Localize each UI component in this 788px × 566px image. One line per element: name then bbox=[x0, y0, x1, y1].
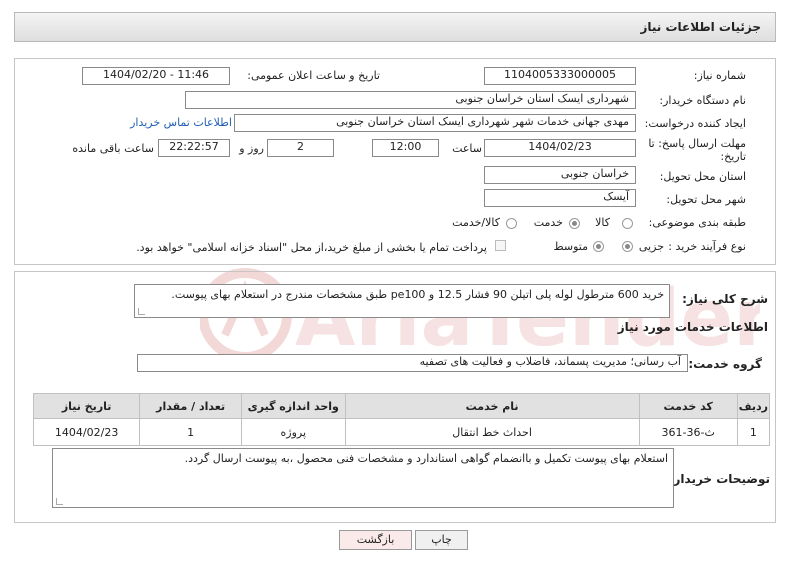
cell-date: 1404/02/23 bbox=[32, 418, 141, 446]
buyer-org-field[interactable]: شهرداری ایسک استان خراسان جنوبی bbox=[185, 91, 636, 109]
cell-name: احداث خط انتقال bbox=[344, 418, 640, 446]
need-number-label: شماره نیاز: bbox=[693, 69, 746, 82]
description-text: خرید 600 مترطول لوله پلی اتیلن 90 فشار 1… bbox=[171, 288, 664, 301]
page-title: جزئیات اطلاعات نیاز bbox=[640, 20, 761, 34]
category-option-service: خدمت bbox=[533, 216, 563, 229]
province-label: استان محل تحویل: bbox=[659, 170, 746, 183]
category-radio-service[interactable] bbox=[569, 218, 580, 229]
deadline-time-label: ساعت bbox=[452, 142, 482, 155]
cell-code: ث-36-361 bbox=[638, 418, 738, 446]
deadline-label: مهلت ارسال پاسخ: تا تاریخ: bbox=[648, 137, 746, 163]
deadline-time-field[interactable]: 12:00 bbox=[372, 139, 439, 157]
resize-grip-icon[interactable] bbox=[56, 498, 63, 505]
services-section-title: اطلاعات خدمات مورد نیاز bbox=[617, 320, 768, 334]
resize-grip-icon[interactable] bbox=[138, 308, 145, 315]
category-option-goods-service: کالا/خدمت bbox=[452, 216, 500, 229]
col-header-code: کد خدمت bbox=[638, 393, 738, 419]
treasury-payment-note: پرداخت تمام یا بخشی از مبلغ خرید،از محل … bbox=[136, 241, 487, 254]
process-type-label: نوع فرآیند خرید : bbox=[668, 240, 746, 253]
service-group-field[interactable]: آب رسانی؛ مدیریت پسماند، فاضلاب و فعالیت… bbox=[137, 354, 688, 372]
announce-date-label: تاریخ و ساعت اعلان عمومی: bbox=[247, 69, 380, 82]
remaining-days-label: روز و bbox=[239, 142, 264, 155]
buyer-notes-label: توضیحات خریدار: bbox=[668, 472, 770, 486]
remaining-days-field[interactable]: 2 bbox=[267, 139, 334, 157]
cell-index: 1 bbox=[736, 418, 771, 446]
table-header-row: ردیف کد خدمت نام خدمت واحد اندازه گیری ت… bbox=[32, 393, 771, 419]
buyer-notes-text: استعلام بهای پیوست تکمیل و باانضمام گواه… bbox=[184, 452, 668, 465]
buyer-contact-link[interactable]: اطلاعات تماس خریدار bbox=[130, 116, 232, 129]
col-header-qty: تعداد / مقدار bbox=[139, 393, 242, 419]
city-label: شهر محل تحویل: bbox=[666, 193, 746, 206]
city-field[interactable]: آیسک bbox=[484, 189, 636, 207]
province-field[interactable]: خراسان جنوبی bbox=[484, 166, 636, 184]
process-option-minor: جزیی bbox=[638, 240, 664, 253]
need-number-field[interactable]: 1104005333000005 bbox=[484, 67, 636, 85]
category-radio-goods-service[interactable] bbox=[506, 218, 517, 229]
description-field[interactable]: خرید 600 مترطول لوله پلی اتیلن 90 فشار 1… bbox=[134, 284, 670, 318]
table-row: 1 ث-36-361 احداث خط انتقال پروژه 1 1404/… bbox=[32, 418, 771, 446]
cell-unit: پروژه bbox=[240, 418, 346, 446]
col-header-index: ردیف bbox=[736, 393, 771, 419]
category-label: طبقه بندی موضوعی: bbox=[648, 216, 746, 229]
col-header-name: نام خدمت bbox=[344, 393, 640, 419]
creator-label: ایجاد کننده درخواست: bbox=[644, 117, 746, 130]
deadline-date-field[interactable]: 1404/02/23 bbox=[484, 139, 636, 157]
announce-date-field[interactable]: 1404/02/20 - 11:46 bbox=[82, 67, 230, 85]
services-table: ردیف کد خدمت نام خدمت واحد اندازه گیری ت… bbox=[32, 393, 771, 446]
creator-field[interactable]: مهدی جهانی خدمات شهر شهرداری ایسک استان … bbox=[234, 114, 636, 132]
buyer-org-label: نام دستگاه خریدار: bbox=[659, 94, 746, 107]
category-radio-goods[interactable] bbox=[622, 218, 633, 229]
page-header: جزئیات اطلاعات نیاز bbox=[14, 12, 776, 42]
category-option-goods: کالا bbox=[595, 216, 610, 229]
remaining-time-field[interactable]: 22:22:57 bbox=[158, 139, 230, 157]
col-header-unit: واحد اندازه گیری bbox=[240, 393, 346, 419]
treasury-payment-checkbox[interactable] bbox=[495, 240, 506, 251]
buyer-notes-field[interactable]: استعلام بهای پیوست تکمیل و باانضمام گواه… bbox=[52, 448, 674, 508]
print-button[interactable]: چاپ bbox=[415, 530, 468, 550]
remaining-time-label: ساعت باقی مانده bbox=[72, 142, 154, 155]
service-group-label: گروه خدمت: bbox=[688, 357, 762, 371]
description-label: شرح کلی نیاز: bbox=[682, 292, 768, 306]
cell-qty: 1 bbox=[139, 418, 242, 446]
process-radio-medium[interactable] bbox=[593, 241, 604, 252]
process-option-medium: متوسط bbox=[553, 240, 588, 253]
col-header-date: تاریخ نیاز bbox=[32, 393, 141, 419]
process-radio-minor[interactable] bbox=[622, 241, 633, 252]
back-button[interactable]: بازگشت bbox=[339, 530, 412, 550]
